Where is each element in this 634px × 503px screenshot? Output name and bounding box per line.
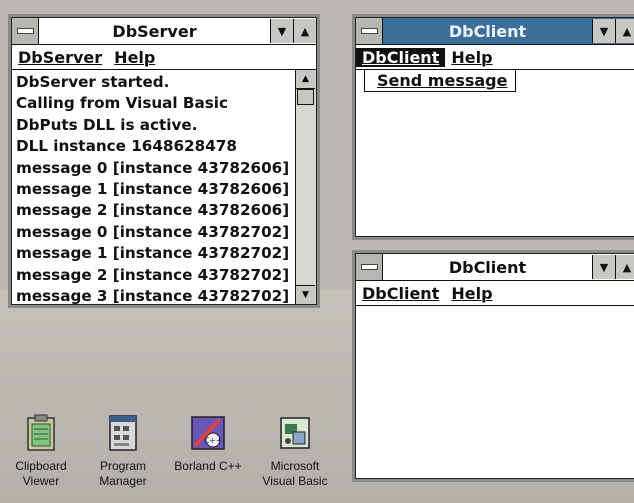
log-line: message 0 [instance 43782606] xyxy=(16,158,290,177)
dbserver-log-area: DbServer started. Calling from Visual Ba… xyxy=(12,70,316,307)
dbserver-menubar: DbServer Help xyxy=(12,45,316,70)
icon-label: Microsoft xyxy=(270,459,320,473)
maximize-button[interactable]: ▲ xyxy=(615,19,634,43)
maximize-arrow-icon: ▲ xyxy=(622,260,632,274)
window-title: DbServer xyxy=(112,21,197,41)
minimize-arrow-icon: ▼ xyxy=(277,24,287,38)
desktop-icon-borland-cpp[interactable]: C++ Borland C++ xyxy=(166,414,250,474)
maximize-arrow-icon: ▲ xyxy=(622,24,632,38)
borland-cpp-icon: C++ xyxy=(191,416,225,450)
maximize-button[interactable]: ▲ xyxy=(615,255,634,279)
icon-label: Clipboard xyxy=(15,459,67,473)
system-menu-button[interactable] xyxy=(356,254,383,280)
dbclient-window-1: DbClient ▼ ▲ DbClient Help Send message xyxy=(352,14,634,240)
dbclient-menubar: DbClient Help xyxy=(356,281,634,306)
icon-label: Borland C++ xyxy=(174,459,242,473)
menu-help[interactable]: Help xyxy=(445,284,498,303)
dbserver-titlebar[interactable]: DbServer ▼ ▲ xyxy=(12,18,316,45)
maximize-arrow-icon: ▲ xyxy=(300,24,310,38)
desktop-icon-visual-basic[interactable]: Microsoft Visual Basic xyxy=(252,414,338,489)
icon-label: Program xyxy=(99,459,146,473)
desktop-icon-program-manager[interactable]: Program Manager xyxy=(84,414,162,489)
log-line: message 0 [instance 43782702] xyxy=(16,222,290,241)
minimize-arrow-icon: ▼ xyxy=(599,24,609,38)
log-line: Calling from Visual Basic xyxy=(16,94,228,113)
log-line: message 3 [instance 43782702] xyxy=(16,287,290,306)
dbclient-menubar: DbClient Help xyxy=(356,45,634,70)
send-message-menu-item[interactable]: Send message xyxy=(364,69,516,92)
menu-dbclient[interactable]: DbClient xyxy=(356,47,446,67)
icon-label: Manager xyxy=(99,474,147,488)
svg-text:C++: C++ xyxy=(204,436,223,445)
log-line: DbServer started. xyxy=(16,73,170,91)
minimize-button[interactable]: ▼ xyxy=(270,19,293,43)
system-menu-button[interactable] xyxy=(356,18,383,44)
log-line: DLL instance 1648628478 xyxy=(16,137,237,156)
up-arrow-icon: ▲ xyxy=(302,74,309,84)
system-menu-button[interactable] xyxy=(12,18,39,44)
icon-label: Viewer xyxy=(22,474,60,488)
scroll-up-button[interactable]: ▲ xyxy=(296,70,315,89)
minimize-button[interactable]: ▼ xyxy=(592,19,615,43)
dbclient-titlebar[interactable]: DbClient ▼ ▲ xyxy=(356,254,634,281)
program-manager-icon xyxy=(109,415,137,451)
minimize-button[interactable]: ▼ xyxy=(592,255,615,279)
visual-basic-icon xyxy=(280,417,310,449)
dbclient-client-area xyxy=(356,70,634,236)
down-arrow-icon: ▼ xyxy=(302,290,309,300)
menu-help[interactable]: Help xyxy=(445,48,498,67)
log-list: DbServer started. Calling from Visual Ba… xyxy=(16,72,294,307)
maximize-button[interactable]: ▲ xyxy=(293,19,316,43)
scroll-down-button[interactable]: ▼ xyxy=(296,285,315,304)
icon-label: Visual Basic xyxy=(262,474,328,488)
log-line: message 1 [instance 43782606] xyxy=(16,180,290,199)
dbclient-window-2: DbClient ▼ ▲ DbClient Help xyxy=(352,250,634,482)
menu-dbserver[interactable]: DbServer xyxy=(12,48,108,67)
desktop-icon-clipboard-viewer[interactable]: Clipboard Viewer xyxy=(4,414,78,489)
menu-dbclient[interactable]: DbClient xyxy=(356,284,445,303)
minimize-arrow-icon: ▼ xyxy=(599,260,609,274)
window-title: DbClient xyxy=(448,257,527,277)
log-line: DbPuts DLL is active. xyxy=(16,115,198,134)
scroll-thumb[interactable] xyxy=(297,89,314,105)
dbserver-window: DbServer ▼ ▲ DbServer Help DbServer star… xyxy=(8,14,320,308)
clipboard-icon xyxy=(27,414,55,451)
vertical-scrollbar[interactable]: ▲ ▼ xyxy=(295,70,316,304)
log-line: message 2 [instance 43782606] xyxy=(16,201,290,220)
menu-help[interactable]: Help xyxy=(108,48,161,67)
dbclient-titlebar[interactable]: DbClient ▼ ▲ xyxy=(356,18,634,45)
log-line: message 2 [instance 43782702] xyxy=(16,265,290,284)
log-line: message 1 [instance 43782702] xyxy=(16,244,290,263)
window-title: DbClient xyxy=(448,21,527,41)
dbclient-client-area xyxy=(356,306,634,478)
